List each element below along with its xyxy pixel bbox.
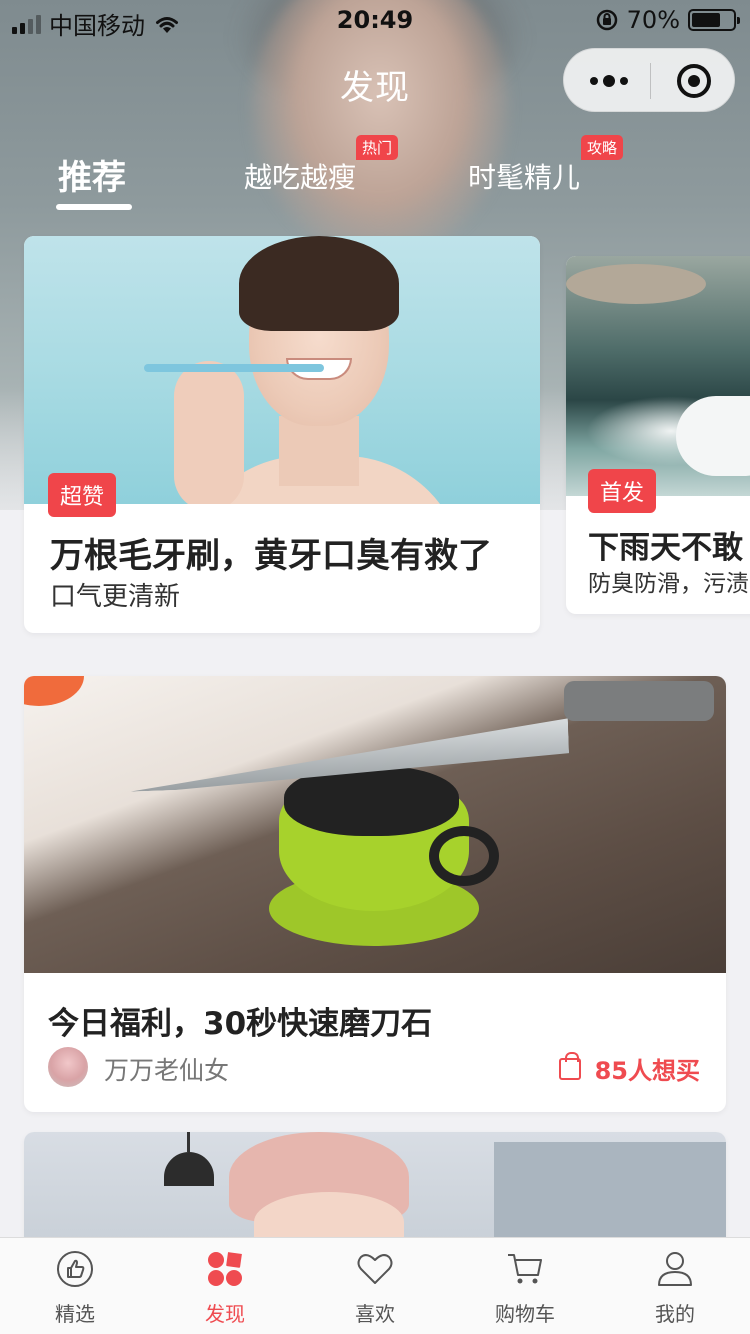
featured-tag: 首发 <box>588 469 657 513</box>
tab-recommend[interactable]: 推荐 <box>58 150 126 199</box>
featured-card[interactable]: 超赞 万根毛牙刷，黄牙口臭有救了 口气更清新 <box>24 236 540 633</box>
tabbar-label: 精选 <box>55 1302 95 1326</box>
mini-program-capsule <box>563 48 735 112</box>
tab-underline <box>56 204 132 210</box>
tab-fashion[interactable]: 时髦精儿 <box>468 156 580 196</box>
tabbar-item-discover[interactable]: 发现 <box>150 1238 300 1334</box>
toothbrush-image <box>24 236 540 504</box>
status-bar: 中国移动 20:49 70% <box>0 0 750 40</box>
tabbar-item-me[interactable]: 我的 <box>600 1238 750 1334</box>
tabbar-item-cart[interactable]: 购物车 <box>450 1238 600 1334</box>
want-count: 85人想买 <box>558 1051 700 1086</box>
tabbar-item-picks[interactable]: 精选 <box>0 1238 150 1334</box>
tabbar-label: 喜欢 <box>355 1302 395 1326</box>
category-tabs: 推荐 越吃越瘦 热门 时髦精儿 攻略 <box>0 135 750 220</box>
bottom-tab-bar: 精选 发现 喜欢 购物车 我的 <box>0 1237 750 1334</box>
capsule-divider <box>650 63 651 99</box>
featured-title: 万根毛牙刷，黄牙口臭有救了 <box>50 536 492 576</box>
user-icon <box>658 1252 692 1286</box>
status-right: 70% <box>595 6 740 34</box>
towel-image <box>24 1132 726 1242</box>
tabbar-label: 我的 <box>655 1302 695 1326</box>
battery-level <box>692 13 720 27</box>
cart-icon <box>508 1254 542 1284</box>
avatar[interactable] <box>48 1047 88 1087</box>
guide-badge: 攻略 <box>581 135 624 160</box>
heart-icon <box>357 1254 393 1284</box>
feed-title: 今日福利，30秒快速磨刀石 <box>48 1006 433 1042</box>
discover-icon <box>208 1252 242 1286</box>
tabbar-label: 购物车 <box>495 1302 555 1326</box>
featured-tag: 超赞 <box>48 473 117 517</box>
thumbs-up-icon <box>57 1251 93 1287</box>
want-count-text: 85人想买 <box>594 1057 700 1085</box>
tab-eat-slim[interactable]: 越吃越瘦 <box>244 156 356 196</box>
shopping-bag-icon <box>558 1051 581 1080</box>
featured-card[interactable]: 首发 下雨天不敢 防臭防滑，污渍 <box>566 256 750 614</box>
battery-percent: 70% <box>626 6 680 34</box>
battery-icon <box>688 9 740 31</box>
more-icon[interactable] <box>590 75 628 87</box>
featured-subtitle: 防臭防滑，污渍 <box>588 571 749 597</box>
hot-badge: 热门 <box>356 135 399 160</box>
river-image <box>566 256 750 496</box>
knife-sharpener-image <box>24 676 726 973</box>
featured-title: 下雨天不敢 <box>588 530 743 566</box>
tabbar-label: 发现 <box>205 1302 245 1326</box>
featured-subtitle: 口气更清新 <box>50 582 181 612</box>
feed-card[interactable] <box>24 1132 726 1242</box>
feed-meta: 万万老仙女 85人想买 <box>24 1045 726 1093</box>
tabbar-item-favorites[interactable]: 喜欢 <box>300 1238 450 1334</box>
close-target-icon[interactable] <box>677 64 711 98</box>
author-name[interactable]: 万万老仙女 <box>104 1051 229 1087</box>
rotation-lock-icon <box>596 9 617 31</box>
